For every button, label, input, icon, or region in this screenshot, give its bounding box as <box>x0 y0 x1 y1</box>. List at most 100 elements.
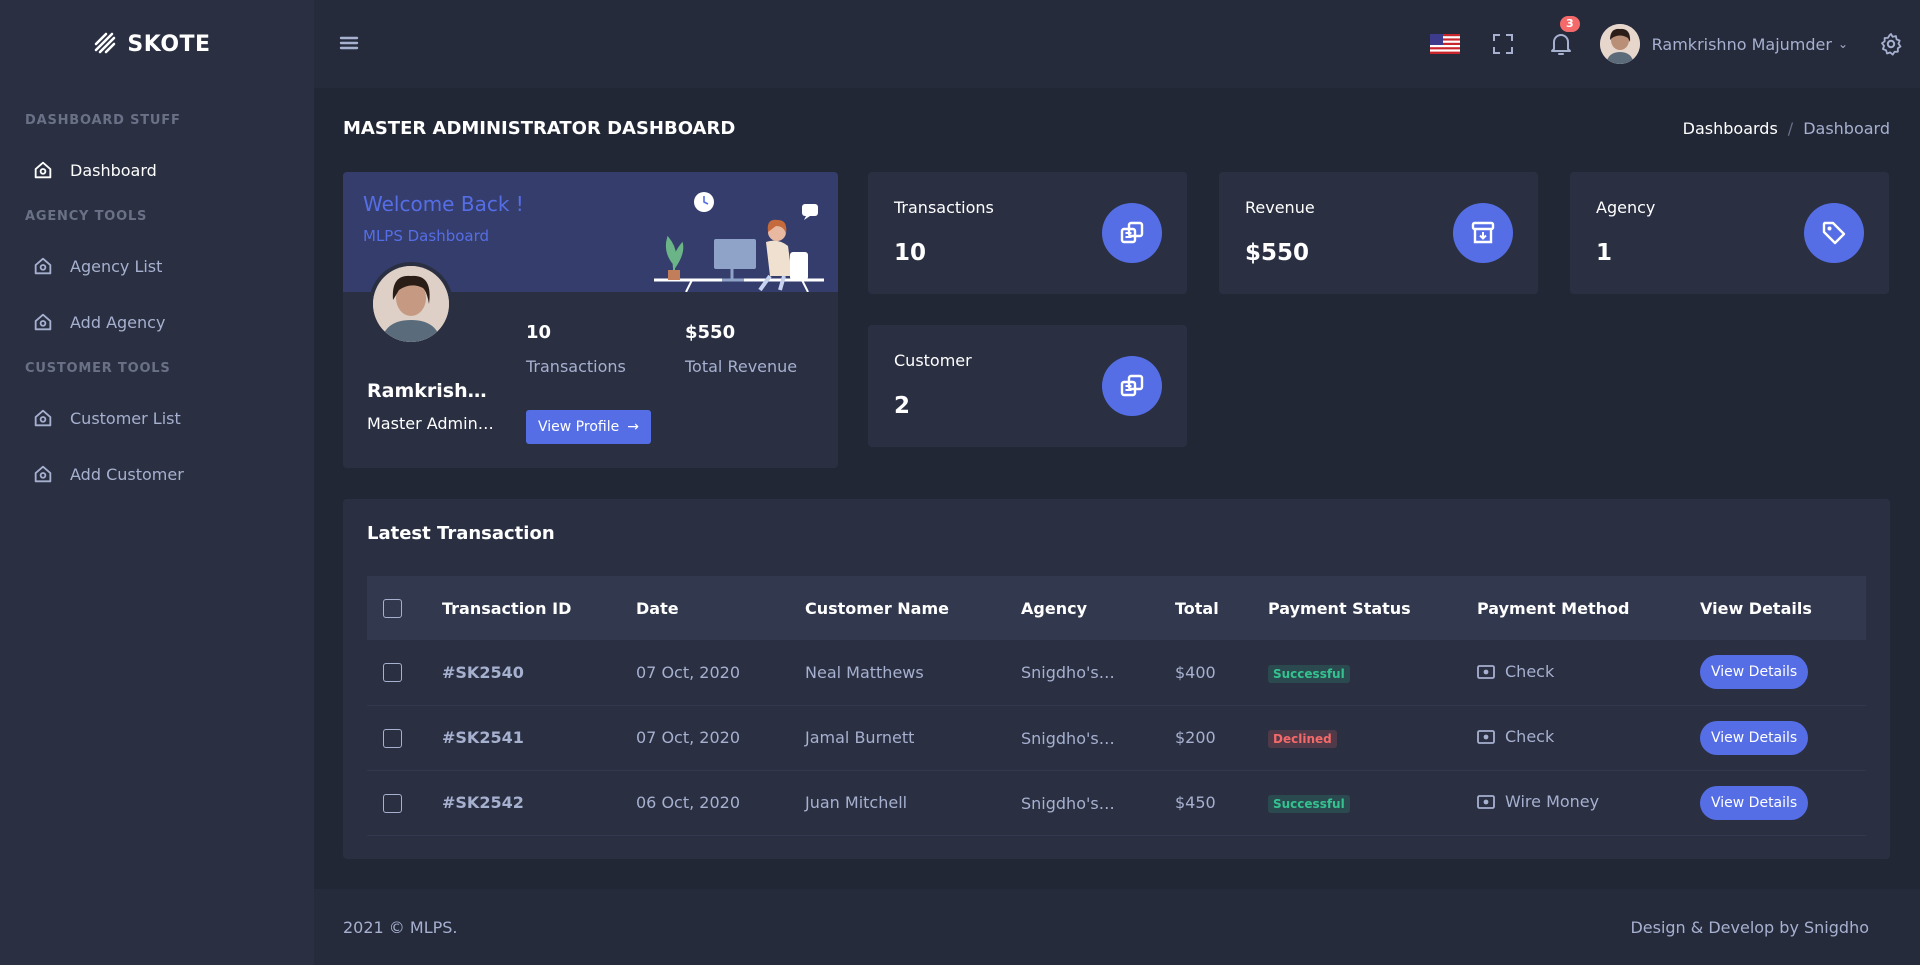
menu-title-agency: AGENCY TOOLS <box>25 209 148 224</box>
sidebar: SKOTE DASHBOARD STUFF Dashboard AGENCY T… <box>0 0 314 965</box>
language-selector[interactable] <box>1416 0 1474 88</box>
us-flag-icon <box>1429 34 1460 54</box>
stat-value: $550 <box>685 322 736 343</box>
column-header[interactable]: Customer Name <box>805 576 1021 640</box>
status-badge: Declined <box>1268 730 1337 748</box>
view-details-button[interactable]: View Details <box>1700 785 1809 820</box>
home-icon <box>32 407 54 429</box>
gear-icon <box>1881 33 1902 56</box>
avatar <box>1599 24 1640 64</box>
table-header-row: Transaction ID Date Customer Name Agency… <box>367 576 1866 640</box>
chevron-down-icon: ⌄ <box>1837 37 1848 51</box>
row-checkbox[interactable] <box>383 663 402 683</box>
user-dropdown[interactable]: Ramkrishno Majumder ⌄ <box>1590 0 1862 88</box>
profile-avatar <box>369 262 453 346</box>
total-cell: $450 <box>1175 793 1216 812</box>
brand-name: SKOTE <box>127 31 211 57</box>
total-cell: $200 <box>1175 728 1216 747</box>
agency-cell: Snigdho's Agency <box>1021 728 1119 748</box>
stat-value: $550 <box>1245 240 1310 266</box>
fullscreen-button[interactable] <box>1474 0 1532 88</box>
payment-method-label: Wire Money <box>1505 792 1600 812</box>
stat-label: Revenue <box>1245 198 1315 217</box>
agency-cell: Snigdho's Agency <box>1021 793 1119 813</box>
welcome-title: Welcome Back ! <box>363 192 524 216</box>
sidebar-item-label: Customer List <box>70 408 181 428</box>
row-checkbox[interactable] <box>383 728 402 748</box>
footer-copyright: 2021 © MLPS. <box>343 917 458 937</box>
transaction-id-link[interactable]: #SK2540 <box>442 663 524 682</box>
column-header[interactable]: Payment Status <box>1268 576 1477 640</box>
column-header[interactable]: Agency <box>1021 576 1175 640</box>
view-profile-button[interactable]: View Profile → <box>526 410 651 444</box>
payment-method-label: Check <box>1505 727 1555 747</box>
stat-label: Transactions <box>526 357 626 376</box>
copy-icon <box>1102 203 1162 263</box>
agency-cell: Snigdho's Agency <box>1021 663 1119 683</box>
profile-role: Master Administrator <box>367 414 497 433</box>
footer-credit: Design & Develop by Snigdho <box>1630 917 1869 937</box>
topbar: 3 Ramkrishno Majumder ⌄ <box>314 0 1920 88</box>
welcome-card: Welcome Back ! MLPS Dashboard Ramkrishno… <box>343 172 838 468</box>
brand-logo[interactable]: SKOTE <box>0 0 314 88</box>
table-row: #SK2542 06 Oct, 2020 Juan Mitchell Snigd… <box>367 770 1866 835</box>
date-cell: 07 Oct, 2020 <box>636 728 740 747</box>
column-header[interactable]: Transaction ID <box>442 576 636 640</box>
column-header[interactable]: Date <box>636 576 805 640</box>
welcome-subtitle: MLPS Dashboard <box>363 227 490 245</box>
row-checkbox[interactable] <box>383 793 402 813</box>
column-header[interactable]: Total <box>1175 576 1268 640</box>
menu-title-dashboard: DASHBOARD STUFF <box>25 113 181 128</box>
view-details-button[interactable]: View Details <box>1700 720 1809 755</box>
page-title: MASTER ADMINISTRATOR DASHBOARD <box>343 118 736 139</box>
profile-photo-icon <box>373 266 449 342</box>
latest-transaction-card: Latest Transaction Transaction ID Date C… <box>343 499 1890 859</box>
home-icon <box>32 255 54 277</box>
welcome-stat-transactions: 10 Transactions <box>526 322 626 376</box>
bell-icon <box>1550 34 1571 55</box>
status-badge: Successful <box>1268 795 1350 813</box>
transaction-id-link[interactable]: #SK2541 <box>442 728 524 747</box>
stat-card-agency: Agency 1 <box>1570 172 1889 294</box>
sidebar-item-dashboard[interactable]: Dashboard <box>0 142 314 198</box>
sidebar-item-customer-list[interactable]: Customer List <box>0 390 314 446</box>
column-header[interactable]: View Details <box>1700 576 1866 640</box>
sidebar-item-add-agency[interactable]: Add Agency <box>0 294 314 350</box>
topbar-actions: 3 Ramkrishno Majumder ⌄ <box>1416 0 1920 88</box>
sidebar-item-label: Dashboard <box>70 160 157 180</box>
sidebar-item-agency-list[interactable]: Agency List <box>0 238 314 294</box>
money-icon <box>1477 729 1495 744</box>
notifications-button[interactable]: 3 <box>1532 0 1590 88</box>
transaction-id-link[interactable]: #SK2542 <box>442 793 524 812</box>
customer-cell: Neal Matthews <box>805 662 924 682</box>
sidebar-item-label: Add Customer <box>70 464 184 484</box>
menu-title-customer: CUSTOMER TOOLS <box>25 361 171 376</box>
column-header[interactable]: Payment Method <box>1477 576 1700 640</box>
breadcrumb: Dashboards / Dashboard <box>1683 119 1890 138</box>
sidebar-item-label: Add Agency <box>70 312 166 332</box>
payment-method: Check <box>1477 662 1554 681</box>
table-row: #SK2541 07 Oct, 2020 Jamal Burnett Snigd… <box>367 705 1866 770</box>
stat-value: 10 <box>526 322 552 343</box>
select-all-checkbox[interactable] <box>383 599 402 618</box>
stat-card-customer: Customer 2 <box>868 325 1187 447</box>
skote-logo-icon <box>95 32 116 54</box>
payment-method: Check <box>1477 727 1554 746</box>
user-name: Ramkrishno Majumder <box>1651 34 1832 54</box>
hamburger-menu-icon[interactable] <box>334 30 364 56</box>
sidebar-item-add-customer[interactable]: Add Customer <box>0 446 314 502</box>
settings-button[interactable] <box>1862 0 1920 88</box>
payment-method: Wire Money <box>1477 792 1599 811</box>
breadcrumb-dashboard: Dashboard <box>1803 119 1890 138</box>
button-label: View Profile <box>538 419 620 435</box>
home-icon <box>32 463 54 485</box>
sidebar-item-label: Agency List <box>70 256 163 276</box>
breadcrumb-dashboards[interactable]: Dashboards <box>1683 119 1778 138</box>
stat-value: 2 <box>894 393 911 419</box>
date-cell: 06 Oct, 2020 <box>636 793 740 812</box>
total-cell: $400 <box>1175 662 1216 682</box>
tag-icon <box>1804 203 1864 263</box>
stat-card-transactions: Transactions 10 <box>868 172 1187 294</box>
stat-label: Agency <box>1596 198 1656 217</box>
view-details-button[interactable]: View Details <box>1700 655 1809 690</box>
